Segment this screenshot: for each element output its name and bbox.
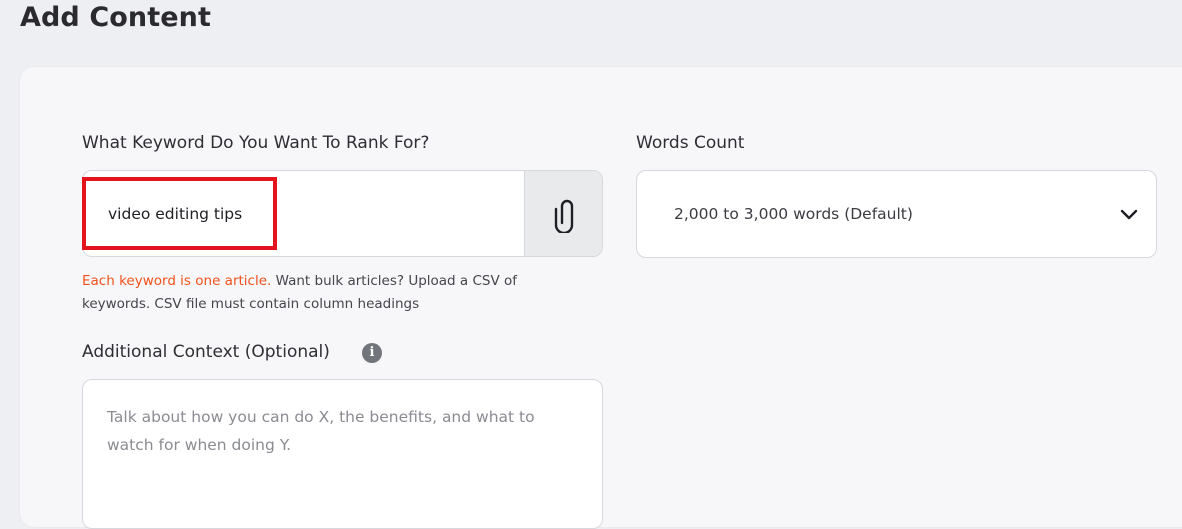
paperclip-icon bbox=[554, 199, 573, 233]
context-label: Additional Context (Optional) bbox=[82, 342, 330, 362]
words-count-label: Words Count bbox=[636, 133, 745, 153]
keyword-label: What Keyword Do You Want To Rank For? bbox=[82, 133, 430, 153]
page-title: Add Content bbox=[20, 2, 211, 33]
upload-csv-button[interactable] bbox=[524, 171, 602, 256]
keyword-input[interactable] bbox=[83, 171, 527, 256]
chevron-down-icon bbox=[1120, 209, 1138, 220]
helper-accent-text: Each keyword is one article. bbox=[82, 273, 272, 289]
words-count-selected-value: 2,000 to 3,000 words (Default) bbox=[674, 205, 913, 223]
keyword-helper-text: Each keyword is one article. Want bulk a… bbox=[82, 270, 582, 315]
words-count-select[interactable]: 2,000 to 3,000 words (Default) bbox=[636, 170, 1157, 258]
info-icon[interactable]: i bbox=[362, 343, 382, 363]
keyword-field-group bbox=[82, 170, 603, 257]
context-textarea[interactable] bbox=[82, 379, 603, 529]
